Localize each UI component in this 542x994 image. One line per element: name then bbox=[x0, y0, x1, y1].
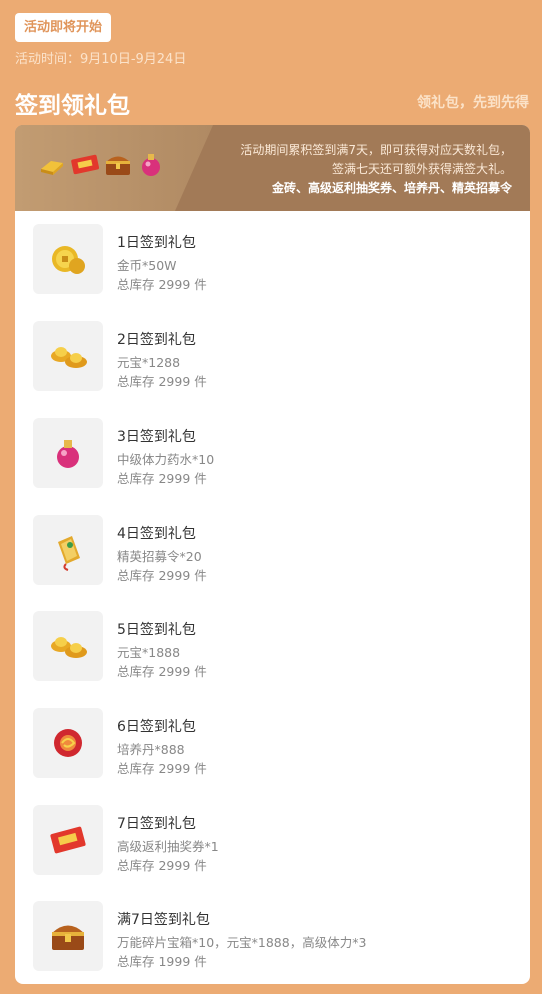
banner-line-1: 活动期间累积签到满7天，即可获得对应天数礼包， bbox=[240, 143, 512, 157]
ingot-icon bbox=[51, 347, 87, 368]
item-title: 7日签到礼包 bbox=[117, 816, 196, 832]
list-item[interactable]: 1日签到礼包 金币*50W 总库存 2999 件 bbox=[33, 224, 513, 296]
status-tag: 活动即将开始 bbox=[15, 13, 112, 42]
banner-line-2: 签满七天还可额外获得满签大礼。 bbox=[331, 162, 512, 176]
item-stock: 总库存 2999 件 bbox=[117, 761, 207, 776]
item-stock: 总库存 2999 件 bbox=[117, 664, 207, 679]
list-item[interactable]: 4日签到礼包 精英招募令*20 总库存 2999 件 bbox=[33, 515, 513, 587]
list-item[interactable]: 3日签到礼包 中级体力药水*10 总库存 2999 件 bbox=[33, 418, 513, 490]
lottery-ticket-icon bbox=[50, 826, 86, 854]
banner-text: 活动期间累积签到满7天，即可获得对应天数礼包， 签满七天还可额外获得满签大礼。 … bbox=[240, 141, 512, 198]
item-thumb bbox=[33, 224, 103, 294]
item-desc: 万能碎片宝箱*10，元宝*1888，高级体力*3 bbox=[117, 935, 367, 950]
treasure-chest-icon bbox=[103, 149, 133, 179]
list-item[interactable]: 5日签到礼包 元宝*1888 总库存 2999 件 bbox=[33, 611, 513, 683]
recruit-token-icon bbox=[58, 536, 80, 571]
potion-icon bbox=[57, 440, 79, 468]
item-thumb bbox=[33, 611, 103, 681]
gold-coin-icon bbox=[52, 246, 85, 274]
pill-icon bbox=[54, 729, 82, 757]
page-subtitle: 领礼包，先到先得 bbox=[417, 95, 529, 111]
ingot-icon bbox=[51, 637, 87, 658]
item-title: 2日签到礼包 bbox=[117, 332, 196, 348]
item-title: 3日签到礼包 bbox=[117, 429, 196, 445]
treasure-chest-icon bbox=[52, 925, 84, 950]
item-desc: 高级返利抽奖券*1 bbox=[117, 839, 219, 854]
item-stock: 总库存 2999 件 bbox=[117, 858, 207, 873]
item-stock: 总库存 2999 件 bbox=[117, 277, 207, 292]
activity-time: 活动时间：9月10日-9月24日 bbox=[15, 52, 187, 67]
potion-icon bbox=[136, 149, 166, 179]
item-stock: 总库存 1999 件 bbox=[117, 954, 207, 969]
gold-bar-icon bbox=[37, 149, 67, 179]
item-stock: 总库存 2999 件 bbox=[117, 568, 207, 583]
item-stock: 总库存 2999 件 bbox=[117, 471, 207, 486]
item-thumb bbox=[33, 805, 103, 875]
item-desc: 元宝*1288 bbox=[117, 355, 181, 370]
item-thumb bbox=[33, 321, 103, 391]
item-desc: 精英招募令*20 bbox=[117, 549, 202, 564]
item-thumb bbox=[33, 708, 103, 778]
gift-card: 活动期间累积签到满7天，即可获得对应天数礼包， 签满七天还可额外获得满签大礼。 … bbox=[15, 125, 530, 984]
item-stock: 总库存 2999 件 bbox=[117, 374, 207, 389]
item-desc: 培养丹*888 bbox=[117, 742, 185, 757]
item-title: 满7日签到礼包 bbox=[117, 912, 210, 928]
item-thumb bbox=[33, 418, 103, 488]
promo-banner: 活动期间累积签到满7天，即可获得对应天数礼包， 签满七天还可额外获得满签大礼。 … bbox=[15, 125, 530, 211]
item-desc: 元宝*1888 bbox=[117, 645, 181, 660]
item-thumb bbox=[33, 515, 103, 585]
item-thumb bbox=[33, 901, 103, 971]
banner-graphic bbox=[15, 125, 213, 211]
page-title: 签到领礼包 bbox=[15, 93, 130, 119]
item-desc: 中级体力药水*10 bbox=[117, 452, 215, 467]
list-item[interactable]: 7日签到礼包 高级返利抽奖券*1 总库存 2999 件 bbox=[33, 805, 513, 877]
item-title: 1日签到礼包 bbox=[117, 235, 196, 251]
coupon-icon bbox=[70, 149, 100, 179]
list-item[interactable]: 6日签到礼包 培养丹*888 总库存 2999 件 bbox=[33, 708, 513, 780]
item-title: 4日签到礼包 bbox=[117, 526, 196, 542]
item-title: 6日签到礼包 bbox=[117, 719, 196, 735]
list-item[interactable]: 满7日签到礼包 万能碎片宝箱*10，元宝*1888，高级体力*3 总库存 199… bbox=[33, 901, 513, 973]
banner-line-3: 金砖、高级返利抽奖券、培养丹、精英招募令 bbox=[271, 181, 512, 195]
list-item[interactable]: 2日签到礼包 元宝*1288 总库存 2999 件 bbox=[33, 321, 513, 393]
item-title: 5日签到礼包 bbox=[117, 622, 196, 638]
item-desc: 金币*50W bbox=[117, 258, 177, 273]
